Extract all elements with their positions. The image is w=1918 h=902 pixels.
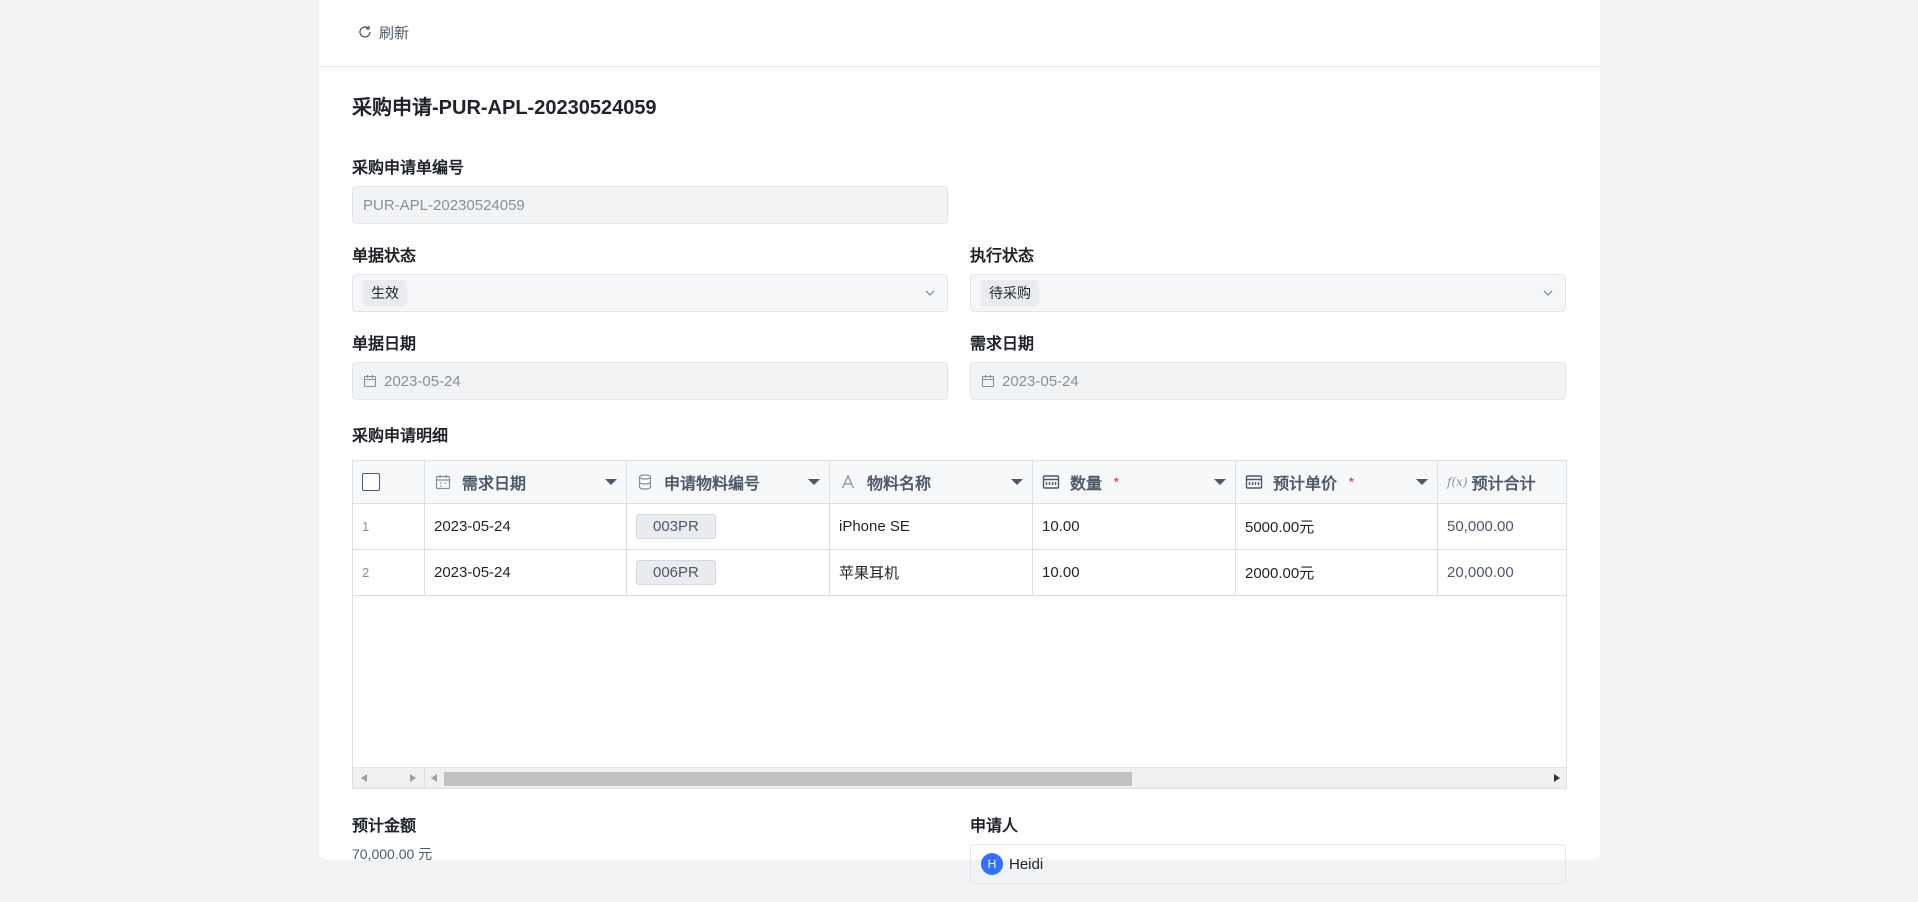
- chevron-down-icon: [1543, 290, 1553, 296]
- avatar: H: [981, 853, 1003, 875]
- doc-date-field: 单据日期 2023-05-24: [352, 330, 948, 400]
- request-no-input[interactable]: PUR-APL-20230524059: [352, 186, 948, 224]
- scrollbar-thumb[interactable]: [444, 772, 1132, 786]
- frozen-scrollbar[interactable]: [353, 768, 425, 788]
- doc-status-tag: 生效: [363, 280, 407, 306]
- column-label: 预计单价: [1273, 476, 1338, 493]
- caret-down-icon[interactable]: [605, 479, 617, 485]
- column-header-unit-price[interactable]: 预计单价 *: [1236, 461, 1438, 503]
- material-code-cell[interactable]: 003PR: [627, 504, 830, 549]
- table-row[interactable]: 1 2023-05-24 003PR iPhone SE 10.00 5000.…: [353, 504, 1566, 550]
- scroll-left-icon[interactable]: [431, 774, 437, 782]
- calendar-icon: [981, 375, 995, 388]
- doc-status-label: 单据状态: [352, 248, 417, 265]
- row-number: 1: [362, 519, 370, 534]
- calendar-icon: [363, 375, 377, 388]
- scroll-right-icon[interactable]: [410, 774, 416, 782]
- doc-date-picker[interactable]: 2023-05-24: [352, 362, 948, 400]
- column-header-need-date[interactable]: 需求日期: [425, 461, 627, 503]
- refresh-icon: [359, 25, 371, 38]
- required-mark: *: [1349, 475, 1354, 489]
- doc-date-label: 单据日期: [352, 336, 417, 353]
- doc-status-field: 单据状态 生效: [352, 242, 948, 312]
- request-no-label: 采购申请单编号: [352, 160, 465, 177]
- amount-field: 预计金额 70,000.00 元: [352, 812, 948, 884]
- applicant-select[interactable]: H Heidi: [970, 844, 1566, 884]
- applicant-name: Heidi: [1009, 855, 1044, 873]
- row-number-cell: 1: [353, 504, 425, 549]
- caret-down-icon[interactable]: [1214, 479, 1226, 485]
- refresh-button[interactable]: 刷新: [357, 22, 409, 43]
- exec-status-tag: 待采购: [981, 280, 1039, 306]
- column-header-material-code[interactable]: 申请物料编号: [627, 461, 830, 503]
- table-header: 需求日期 申请物料编号 物料名称 数量 * 预计单价 * f(x) 预计合计: [353, 461, 1566, 504]
- amount-value: 70,000.00 元: [352, 846, 433, 862]
- column-label: 数量: [1070, 476, 1103, 493]
- main-scrollbar[interactable]: [425, 768, 1566, 788]
- horizontal-scrollbar[interactable]: [353, 767, 1566, 788]
- form-page: 刷新 采购申请-PUR-APL-20230524059 采购申请单编号 PUR-…: [319, 0, 1600, 884]
- caret-down-icon[interactable]: [808, 479, 820, 485]
- need-date-field: 需求日期 2023-05-24: [970, 330, 1566, 400]
- need-date-cell[interactable]: 2023-05-24: [425, 550, 627, 595]
- chevron-down-icon: [925, 290, 935, 296]
- detail-section-label: 采购申请明细: [352, 428, 449, 445]
- scroll-right-icon[interactable]: [1554, 774, 1560, 782]
- material-name-cell[interactable]: iPhone SE: [830, 504, 1033, 549]
- need-date-label: 需求日期: [970, 336, 1035, 353]
- calendar-icon: [435, 475, 451, 490]
- scroll-left-icon[interactable]: [361, 774, 367, 782]
- amount-label: 预计金额: [352, 818, 417, 835]
- exec-status-field: 执行状态 待采购: [970, 242, 1566, 312]
- column-label: 申请物料编号: [664, 476, 761, 493]
- page-title: 采购申请-PUR-APL-20230524059: [352, 97, 657, 119]
- number-icon: [1042, 475, 1060, 489]
- refresh-label: 刷新: [379, 24, 410, 42]
- database-icon: [638, 474, 652, 490]
- total-cell: 20,000.00: [1447, 564, 1514, 581]
- need-date-cell[interactable]: 2023-05-24: [425, 504, 627, 549]
- unit-price-cell[interactable]: 2000.00元: [1236, 550, 1438, 595]
- quantity-cell[interactable]: 10.00: [1033, 550, 1236, 595]
- column-header-material-name[interactable]: 物料名称: [830, 461, 1033, 503]
- unit-price-cell[interactable]: 5000.00元: [1236, 504, 1438, 549]
- request-no-field: 采购申请单编号 PUR-APL-20230524059: [352, 154, 948, 224]
- material-name-cell[interactable]: 苹果耳机: [830, 550, 1033, 595]
- applicant-label: 申请人: [970, 818, 1019, 835]
- material-code-tag[interactable]: 006PR: [636, 560, 716, 585]
- caret-down-icon[interactable]: [1416, 479, 1428, 485]
- exec-status-select[interactable]: 待采购: [970, 274, 1566, 312]
- exec-status-label: 执行状态: [970, 248, 1035, 265]
- row-number-cell: 2: [353, 550, 425, 595]
- toolbar: 刷新: [319, 0, 1600, 67]
- column-label: 物料名称: [867, 476, 932, 493]
- row-number: 2: [362, 565, 370, 580]
- select-all-checkbox[interactable]: [362, 473, 380, 491]
- applicant-field: 申请人 H Heidi: [970, 812, 1566, 884]
- number-icon: [1245, 475, 1263, 489]
- footer-row: 预计金额 70,000.00 元 申请人 H Heidi: [352, 812, 1567, 902]
- request-no-value: PUR-APL-20230524059: [363, 196, 525, 214]
- material-code-tag[interactable]: 003PR: [636, 514, 716, 539]
- column-header-quantity[interactable]: 数量 *: [1033, 461, 1236, 503]
- select-all-cell: [353, 461, 425, 503]
- column-label: 预计合计: [1471, 476, 1536, 493]
- total-cell: 50,000.00: [1447, 518, 1514, 535]
- formula-icon: f(x): [1447, 475, 1468, 489]
- detail-table: 需求日期 申请物料编号 物料名称 数量 * 预计单价 * f(x) 预计合计 1…: [352, 460, 1567, 789]
- need-date-value: 2023-05-24: [1002, 372, 1079, 390]
- text-icon: [841, 474, 855, 489]
- material-code-cell[interactable]: 006PR: [627, 550, 830, 595]
- caret-down-icon[interactable]: [1011, 479, 1023, 485]
- doc-status-select[interactable]: 生效: [352, 274, 948, 312]
- need-date-picker[interactable]: 2023-05-24: [970, 362, 1566, 400]
- required-mark: *: [1114, 475, 1119, 489]
- column-label: 需求日期: [462, 476, 527, 493]
- quantity-cell[interactable]: 10.00: [1033, 504, 1236, 549]
- doc-date-value: 2023-05-24: [384, 372, 461, 390]
- table-row[interactable]: 2 2023-05-24 006PR 苹果耳机 10.00 2000.00元 2…: [353, 550, 1566, 596]
- column-header-total[interactable]: f(x) 预计合计: [1438, 461, 1566, 503]
- form-content: 采购申请-PUR-APL-20230524059 采购申请单编号 PUR-APL…: [319, 91, 1600, 902]
